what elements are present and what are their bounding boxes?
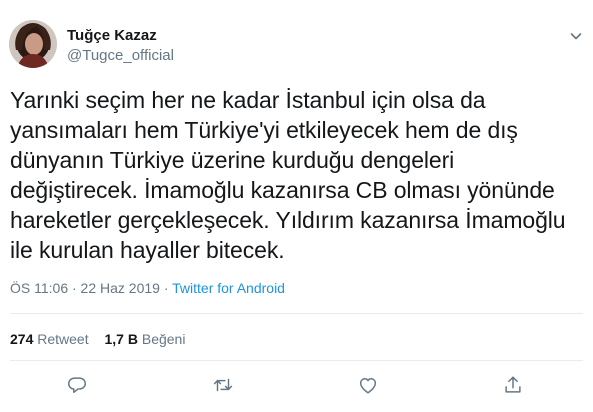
like-count: 1,7 B bbox=[104, 331, 138, 347]
display-name[interactable]: Tuğçe Kazaz bbox=[67, 27, 157, 44]
tweet-text-line: değiştirecek. İmamoğlu kazanırsa CB olma… bbox=[10, 177, 555, 203]
retweet-icon[interactable] bbox=[212, 374, 234, 396]
divider bbox=[10, 313, 583, 314]
tweet-meta: ÖS 11:06 · 22 Haz 2019 · Twitter for And… bbox=[10, 280, 285, 296]
tweet-card: Tuğçe Kazaz @Tugce_official Yarınki seçi… bbox=[0, 0, 593, 412]
divider bbox=[10, 360, 583, 361]
source-link[interactable]: Twitter for Android bbox=[172, 280, 285, 296]
tweet-text-line: yansımaları hem Türkiye'yi etkileyecek h… bbox=[10, 117, 518, 143]
tweet-text-line: Yarınki seçim her ne kadar İstanbul için… bbox=[10, 87, 486, 113]
tweet-text-line: dünyanın Türkiye üzerine kurduğu dengele… bbox=[10, 147, 455, 173]
retweet-count: 274 bbox=[10, 331, 34, 347]
like-label: Beğeni bbox=[141, 331, 186, 347]
tweet-text: Yarınki seçim her ne kadar İstanbul için… bbox=[10, 85, 582, 265]
retweet-label: Retweet bbox=[37, 331, 89, 347]
like-stat[interactable]: 1,7 B Beğeni bbox=[105, 331, 186, 347]
avatar-image bbox=[9, 20, 57, 68]
tweet-text-line: ile kurulan hayaller bitecek. bbox=[10, 237, 285, 263]
heart-icon[interactable] bbox=[357, 374, 379, 396]
timestamp[interactable]: ÖS 11:06 · 22 Haz 2019 · bbox=[10, 280, 172, 296]
tweet-stats: 274 Retweet 1,7 B Beğeni bbox=[10, 331, 197, 347]
avatar[interactable] bbox=[9, 20, 57, 68]
user-handle[interactable]: @Tugce_official bbox=[67, 47, 174, 64]
reply-icon[interactable] bbox=[66, 374, 88, 396]
share-icon[interactable] bbox=[502, 374, 524, 396]
tweet-text-line: hareketler gerçekleşecek. Yıldırım kazan… bbox=[10, 207, 566, 233]
chevron-down-icon[interactable] bbox=[568, 28, 584, 44]
retweet-stat[interactable]: 274 Retweet bbox=[10, 331, 89, 347]
